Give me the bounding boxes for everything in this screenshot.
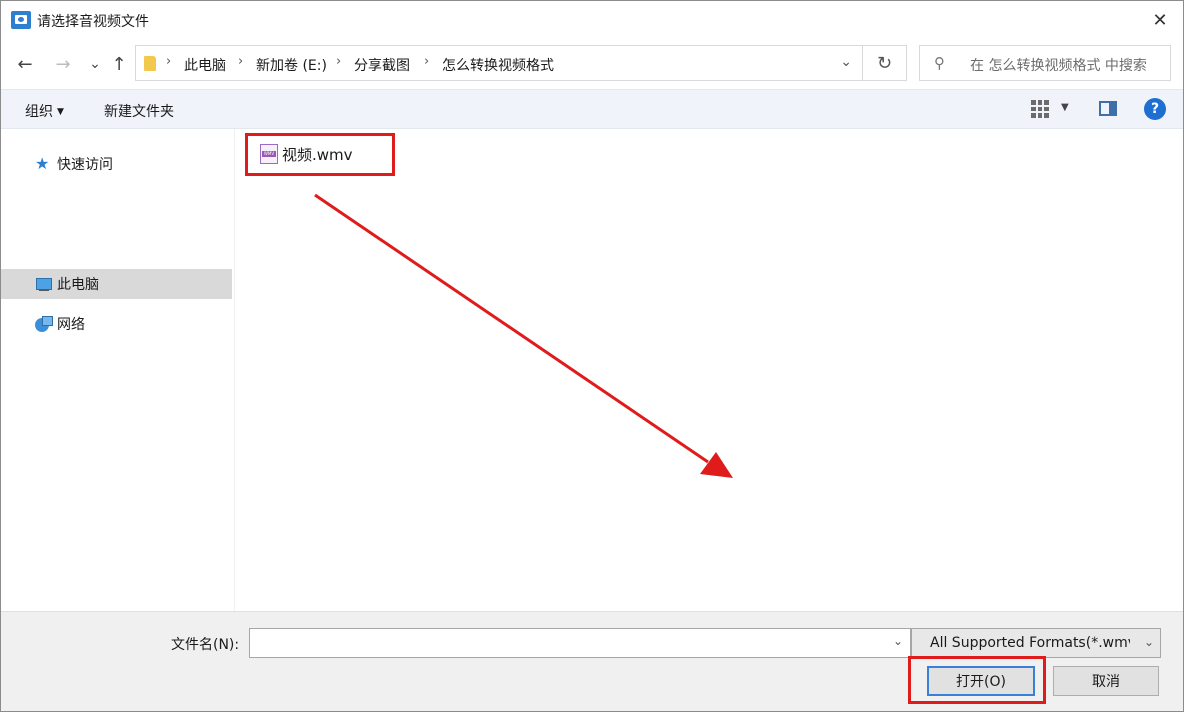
close-button[interactable]: ✕ [1145, 5, 1175, 35]
file-type-select[interactable]: All Supported Formats(*.wmv ⌄ [911, 628, 1161, 658]
cancel-button[interactable]: 取消 [1053, 666, 1159, 696]
help-icon[interactable]: ? [1144, 98, 1166, 120]
view-options-icon[interactable] [1031, 100, 1049, 118]
sidebar-item-quick-access[interactable]: ★ 快速访问 [1, 149, 232, 179]
navigation-row: ← → ⌄ ↑ › 此电脑 › 新加卷 (E:) › 分享截图 › 怎么转换视频… [1, 39, 1183, 89]
file-open-dialog: 请选择音视频文件 ✕ ← → ⌄ ↑ › 此电脑 › 新加卷 (E:) › 分享… [0, 0, 1184, 712]
file-type-chevron-icon: ⌄ [1143, 635, 1154, 649]
breadcrumb-share-screenshots[interactable]: 分享截图 [354, 55, 410, 75]
breadcrumb-separator: › [238, 54, 244, 69]
breadcrumb-separator: › [336, 54, 342, 69]
sidebar-item-label: 网络 [57, 317, 85, 333]
back-button[interactable]: ← [15, 53, 35, 75]
computer-icon [35, 277, 52, 293]
forward-button[interactable]: → [53, 53, 73, 75]
breadcrumb-separator: › [166, 54, 172, 69]
search-icon: ⚲ [934, 54, 945, 72]
refresh-button[interactable]: ↻ [863, 45, 907, 81]
breadcrumb-current-folder[interactable]: 怎么转换视频格式 [442, 55, 554, 75]
new-folder-button[interactable]: 新建文件夹 [104, 101, 174, 121]
filename-label: 文件名(N): [171, 637, 240, 653]
command-bar: 组织 ▼ 新建文件夹 ▼ ? [1, 89, 1183, 129]
app-icon [11, 11, 31, 29]
breadcrumb-separator: › [424, 54, 430, 69]
breadcrumb-this-pc[interactable]: 此电脑 [184, 55, 226, 75]
network-icon [35, 316, 53, 332]
window-title: 请选择音视频文件 [37, 14, 149, 30]
filename-input[interactable] [249, 628, 911, 658]
sidebar-item-this-pc[interactable]: 此电脑 [1, 269, 232, 299]
search-input[interactable]: ⚲ 在 怎么转换视频格式 中搜索 [919, 45, 1171, 81]
sidebar-item-label: 快速访问 [57, 157, 113, 173]
organize-menu[interactable]: 组织 ▼ [25, 101, 64, 121]
filename-dropdown-chevron-icon[interactable]: ⌄ [893, 634, 903, 648]
navigation-pane: ★ 快速访问 此电脑 网络 [1, 129, 235, 611]
up-button[interactable]: ↑ [109, 53, 129, 75]
file-type-value: All Supported Formats(*.wmv [930, 635, 1130, 651]
view-dropdown-icon[interactable]: ▼ [1061, 102, 1069, 113]
star-icon: ★ [35, 154, 50, 173]
annotation-highlight-file [245, 133, 395, 176]
folder-icon [144, 56, 156, 71]
title-bar: 请选择音视频文件 ✕ [1, 1, 1183, 39]
sidebar-item-label: 此电脑 [57, 277, 99, 293]
breadcrumb-drive-e[interactable]: 新加卷 (E:) [256, 55, 327, 75]
file-list: WMV 视频.wmv [236, 129, 1183, 611]
address-bar[interactable]: › 此电脑 › 新加卷 (E:) › 分享截图 › 怎么转换视频格式 ⌄ [135, 45, 863, 81]
recent-locations-button[interactable]: ⌄ [85, 53, 105, 75]
search-placeholder: 在 怎么转换视频格式 中搜索 [970, 58, 1147, 74]
address-dropdown-chevron-icon[interactable]: ⌄ [840, 54, 852, 70]
annotation-highlight-open-button [908, 656, 1046, 704]
organize-dropdown-icon: ▼ [57, 107, 64, 117]
sidebar-item-network[interactable]: 网络 [1, 309, 232, 339]
organize-label: 组织 [25, 104, 53, 120]
preview-pane-icon[interactable] [1099, 101, 1117, 116]
